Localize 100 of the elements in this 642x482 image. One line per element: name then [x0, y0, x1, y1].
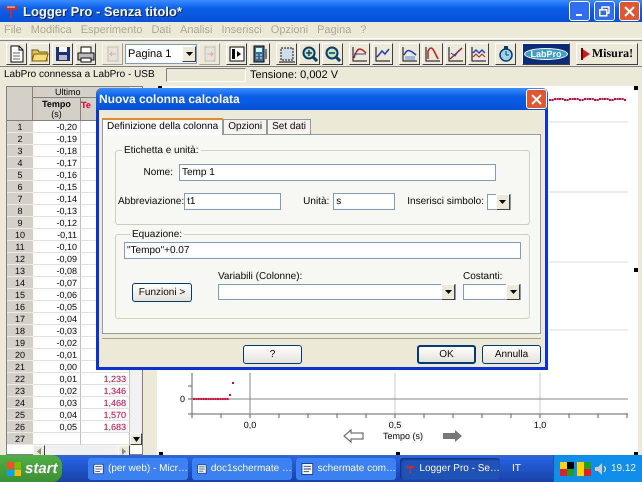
dialog-button[interactable]: OK — [416, 344, 476, 364]
tab[interactable]: Definizione della colonna — [102, 118, 224, 135]
row-number: 27 — [7, 433, 33, 445]
close-button[interactable] — [619, 1, 640, 21]
equation-field[interactable]: "Tempo"+0.07 — [124, 242, 521, 259]
close-button[interactable] — [526, 89, 547, 109]
line-graph-icon — [350, 44, 368, 62]
toolbar-button[interactable] — [349, 42, 370, 64]
dialog-button[interactable]: ? — [243, 344, 302, 364]
constants-dropdown[interactable] — [463, 284, 521, 300]
abbreviation-field[interactable]: t1 — [184, 193, 282, 210]
field-label: Nome: — [142, 167, 173, 178]
collect-button[interactable]: Misura! — [576, 42, 638, 64]
table-cell: -0,08 — [33, 265, 81, 277]
toolbar-button[interactable] — [52, 42, 73, 64]
table-cell: -0,16 — [33, 169, 81, 181]
toolbar-button[interactable] — [495, 42, 516, 64]
unit-field[interactable]: s — [333, 193, 396, 210]
close-icon[interactable] — [624, 6, 635, 16]
stopwatch-icon — [496, 44, 514, 62]
row-number: 24 — [7, 397, 33, 409]
line-graph-icon — [470, 44, 488, 62]
table-cell: -0,04 — [33, 313, 81, 325]
group-title: Etichetta e unità: — [123, 145, 200, 156]
scroll-right-icon[interactable] — [122, 448, 126, 454]
zoom-out-icon — [324, 44, 342, 62]
toolbar-button[interactable] — [249, 42, 270, 64]
close-icon[interactable] — [531, 94, 542, 104]
toolbar-button[interactable] — [75, 42, 96, 64]
tab[interactable]: Set dati — [267, 119, 312, 134]
restore-icon[interactable] — [599, 6, 610, 16]
taskbar-button[interactable]: schermate com… — [296, 458, 396, 480]
row-number: 25 — [7, 409, 33, 421]
table-cell: -0,07 — [33, 277, 81, 289]
scroll-down-icon[interactable] — [132, 436, 140, 442]
field-label: Inserisci simbolo: — [407, 196, 484, 207]
resize-handle[interactable] — [634, 86, 638, 90]
page-dropdown[interactable]: Pagina 1 — [125, 44, 197, 64]
start-button[interactable]: start — [0, 455, 62, 482]
taskbar-button[interactable]: doc1schermate … — [192, 458, 292, 480]
table-cell: -0,10 — [33, 241, 81, 253]
restore-button[interactable] — [594, 1, 615, 21]
dialog-button[interactable]: Annulla — [482, 344, 541, 364]
row-number: 5 — [7, 169, 33, 181]
toolbar-button[interactable] — [322, 42, 343, 64]
language-indicator[interactable]: IT — [504, 463, 529, 474]
row-number: 3 — [7, 145, 33, 157]
line-graph-icon — [400, 44, 418, 62]
toolbar-button[interactable] — [372, 42, 393, 64]
row-number: 11 — [7, 241, 33, 253]
toolbar-button[interactable] — [29, 42, 50, 64]
frame-icon — [278, 44, 296, 62]
symbol-dropdown[interactable] — [486, 194, 511, 210]
tick-label: 0 — [180, 394, 185, 404]
table-cell: 0,02 — [33, 385, 81, 397]
toolbar-button[interactable] — [422, 42, 443, 64]
dropdown-arrow-icon[interactable] — [184, 50, 194, 56]
taskbar-button[interactable]: (per web) - Micr… — [88, 458, 188, 480]
dropdown-arrow-icon[interactable] — [444, 289, 452, 295]
toolbar-button[interactable] — [226, 42, 247, 64]
group-title: Equazione: — [131, 229, 184, 240]
panel-icon — [228, 44, 246, 62]
document-icon — [301, 462, 314, 476]
table-cell: -0,18 — [33, 145, 81, 157]
table-cell: -0,02 — [33, 337, 81, 349]
functions-button[interactable]: Funzioni > — [132, 283, 192, 302]
tray-icon[interactable] — [560, 462, 574, 476]
toolbar-button[interactable] — [399, 42, 420, 64]
scroll-left-icon[interactable] — [37, 448, 41, 454]
field-label: Abbreviazione: — [118, 196, 184, 207]
row-number: 18 — [7, 325, 33, 337]
resize-handle[interactable] — [634, 268, 638, 272]
toolbar-button[interactable] — [299, 42, 320, 64]
name-field[interactable]: Temp 1 — [179, 164, 496, 181]
row-number: 9 — [7, 217, 33, 229]
right-arrow-icon[interactable] — [443, 430, 462, 442]
row-number: 20 — [7, 349, 33, 361]
row-number: 7 — [7, 193, 33, 205]
toolbar-button[interactable] — [6, 42, 27, 64]
dropdown-arrow-icon[interactable] — [498, 198, 508, 204]
tick-label: 1,0 — [534, 420, 546, 430]
dropdown-arrow-icon[interactable] — [508, 289, 518, 295]
column-header[interactable]: Tempo — [42, 99, 71, 109]
minimize-button[interactable] — [569, 1, 590, 21]
field-label: Variabili (Colonne): — [218, 271, 304, 282]
window-title: Logger Pro - Senza titolo* — [23, 4, 183, 18]
line-graph-icon — [374, 44, 392, 62]
taskbar-button[interactable]: Logger Pro - Se… — [400, 458, 500, 480]
tab[interactable]: Opzioni — [223, 119, 268, 134]
toolbar-button[interactable] — [468, 42, 489, 64]
horizontal-scrollbar[interactable] — [33, 445, 130, 456]
table-cell: 0,03 — [33, 397, 81, 409]
row-number: 17 — [7, 313, 33, 325]
left-arrow-icon[interactable] — [343, 428, 364, 444]
row-number: 13 — [7, 265, 33, 277]
toolbar-button[interactable] — [445, 42, 466, 64]
table-cell: -0,09 — [33, 253, 81, 265]
speaker-icon[interactable] — [594, 462, 608, 476]
toolbar-button[interactable] — [276, 42, 297, 64]
row-number: 8 — [7, 205, 33, 217]
